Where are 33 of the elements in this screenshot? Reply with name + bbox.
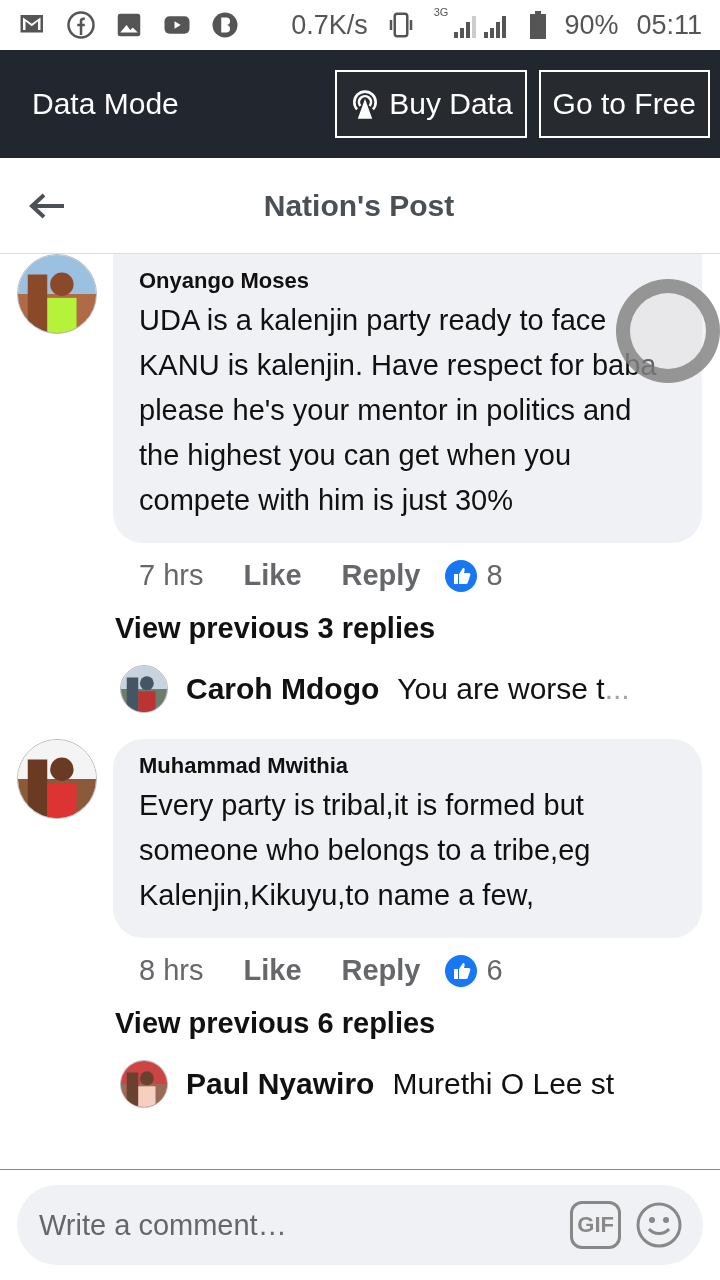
- thumbs-up-icon: [444, 559, 477, 592]
- clock: 05:11: [636, 9, 702, 41]
- like-link[interactable]: Like: [243, 559, 302, 592]
- thumbs-up-icon: [444, 954, 477, 987]
- reaction-count: 8: [486, 559, 503, 592]
- data-mode-title: Data Mode: [32, 87, 180, 121]
- comment-author[interactable]: Onyango Moses: [139, 268, 676, 294]
- go-to-free-button[interactable]: Go to Free: [538, 70, 710, 138]
- comment-author[interactable]: Muhammad Mwithia: [139, 753, 676, 779]
- like-link[interactable]: Like: [243, 954, 302, 987]
- ellipsis: ...: [604, 672, 630, 706]
- reply-link[interactable]: Reply: [341, 954, 421, 987]
- b-circle-icon: [210, 10, 240, 40]
- emoji-icon[interactable]: [635, 1201, 683, 1249]
- buy-data-button[interactable]: Buy Data: [335, 70, 527, 138]
- reply-author[interactable]: Caroh Mdogo: [186, 672, 380, 706]
- reply-author[interactable]: Paul Nyawiro: [186, 1067, 375, 1101]
- view-replies-link[interactable]: View previous 6 replies: [0, 1007, 720, 1060]
- reaction-count: 6: [486, 954, 503, 987]
- battery-level: 90%: [564, 9, 619, 41]
- comment-text: Every party is tribal,it is formed but someone who belongs to a tribe,eg Kalenjin,Kikuyu,to name a few,: [139, 788, 592, 913]
- facebook-icon: [66, 10, 96, 40]
- network-speed: 0.7K/s: [291, 9, 368, 41]
- comment-text: UDA is a kalenjin party ready to face KANU is kalenjin. Have respect for baba please he's your mentor in politics and the highest you can get when you compete with him is just 30%: [139, 303, 658, 518]
- comment-time: 8 hrs: [139, 954, 204, 987]
- page-title: Nation's Post: [262, 188, 456, 223]
- view-replies-link[interactable]: View previous 3 replies: [0, 612, 720, 665]
- battery-icon: [530, 11, 547, 39]
- network-type: 3G: [433, 6, 449, 18]
- comment-time: 7 hrs: [139, 559, 204, 592]
- reply-link[interactable]: Reply: [341, 559, 421, 592]
- reply-text: You are worse t: [397, 672, 605, 706]
- reply-text: Murethi O Lee st: [392, 1067, 615, 1101]
